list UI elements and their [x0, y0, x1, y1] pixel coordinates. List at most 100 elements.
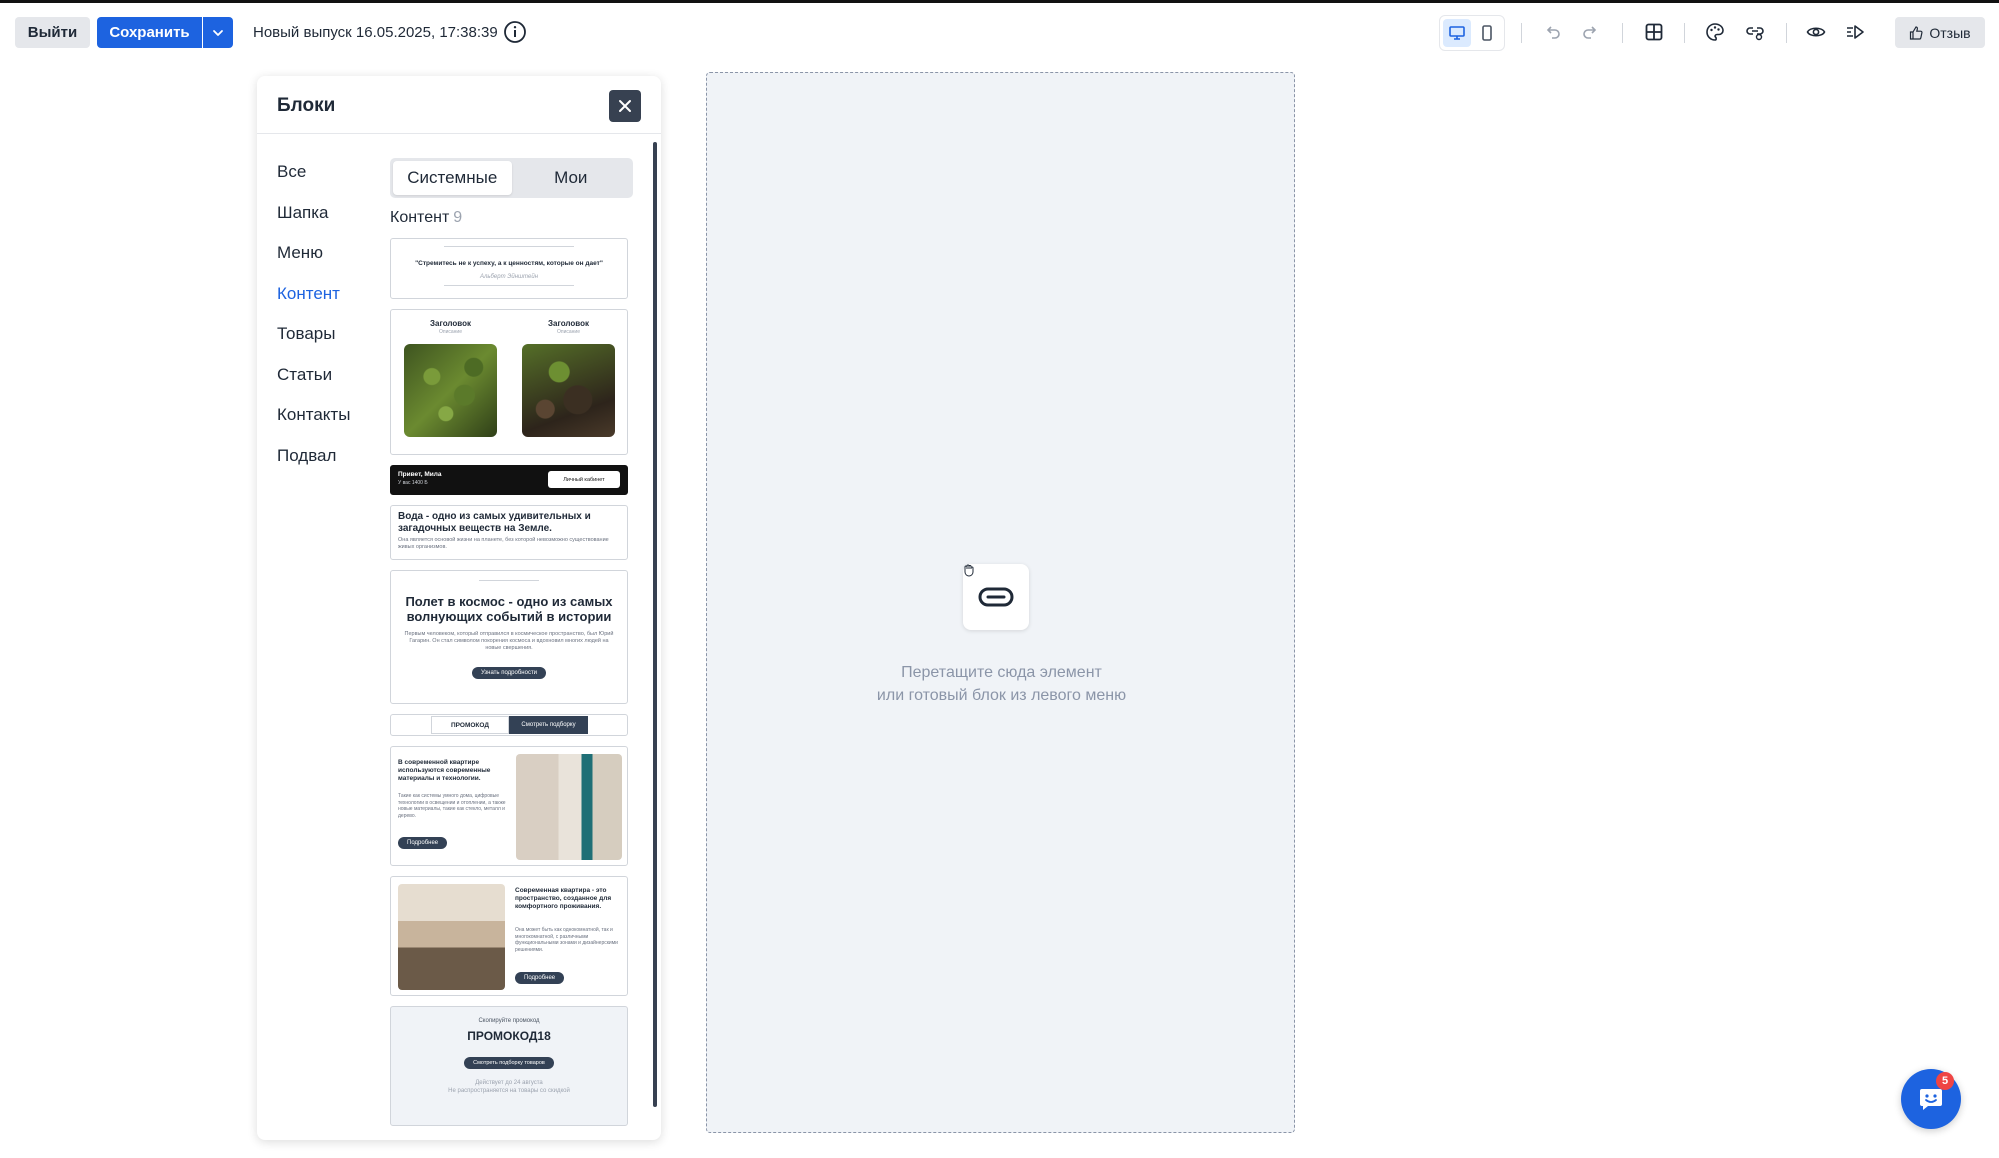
block-thumb-space[interactable]: Полет в космос - одно из самых волнующих… [390, 570, 628, 704]
desktop-view-button[interactable] [1443, 19, 1471, 47]
category-products[interactable]: Товары [277, 324, 350, 365]
category-content[interactable]: Контент [277, 284, 350, 325]
promo-tab-right: Смотреть подборку [509, 716, 588, 734]
column-left: Заголовок Описание [404, 319, 497, 437]
info-icon[interactable] [503, 20, 527, 44]
quote-text: "Стремитесь не к успеху, а к ценностям, … [415, 260, 603, 267]
release-title: Новый выпуск 16.05.2025, 17:38:39 [253, 24, 498, 41]
toolbar-divider [1521, 23, 1522, 43]
category-articles[interactable]: Статьи [277, 365, 350, 406]
column-heading: Заголовок [430, 319, 471, 328]
email-canvas-dropzone[interactable]: Перетащите сюда элемент или готовый блок… [706, 72, 1295, 1133]
grid-button[interactable] [1641, 19, 1667, 45]
feedback-label: Отзыв [1929, 24, 1971, 41]
redo-icon [1583, 26, 1597, 39]
apartment-button: Подробнее [515, 972, 565, 984]
dry-tea-image [522, 344, 615, 437]
category-header[interactable]: Шапка [277, 203, 350, 244]
space-body: Первым человеком, который отправился в к… [404, 631, 614, 651]
dropzone-hint-line1: Перетащите сюда элемент [901, 664, 1102, 681]
divider-line [444, 285, 574, 286]
promocode-note: Не распространяется на товары со скидкой [448, 1088, 570, 1094]
close-panel-button[interactable] [609, 90, 641, 122]
promocode-code: ПРОМОКОД18 [467, 1029, 551, 1043]
block-source-tabs: Системные Мои [390, 158, 633, 198]
block-placeholder-icon [978, 587, 1014, 607]
apartment-title: Современная квартира - это пространство,… [515, 887, 612, 910]
category-menu[interactable]: Меню [277, 243, 350, 284]
thumbs-up-icon [1910, 25, 1923, 40]
space-button: Узнать подробности [471, 667, 547, 679]
mobile-icon [1482, 25, 1492, 41]
send-test-button[interactable] [1842, 19, 1868, 45]
preview-button[interactable] [1803, 19, 1829, 45]
panel-title: Блоки [277, 95, 336, 116]
apartment-body: Такие как системы умного дома, цифровые … [398, 793, 506, 819]
living-room-image [398, 884, 505, 990]
grab-cursor-icon [964, 564, 974, 577]
palette-button[interactable] [1702, 19, 1728, 45]
panel-scrollbar[interactable] [653, 142, 657, 1107]
apartment-title: В современной квартире используются совр… [398, 759, 491, 782]
water-body: Она является основой жизни на планете, б… [398, 537, 609, 550]
block-thumb-greeting[interactable]: Привет, Мила У вас 1400 Б Личный кабинет [390, 465, 628, 495]
apartment-button: Подробнее [398, 837, 448, 849]
block-thumb-quote[interactable]: "Стремитесь не к успеху, а к ценностям, … [390, 238, 628, 299]
block-thumb-promocode[interactable]: Скопируйте промокод ПРОМОКОД18 Смотреть … [390, 1006, 628, 1126]
toolbar-divider [1786, 23, 1787, 43]
section-title: Контент [390, 209, 450, 226]
greeting-title: Привет, Мила [398, 471, 442, 478]
link-settings-button[interactable] [1742, 19, 1768, 45]
preview-eye-icon [1806, 27, 1826, 37]
exit-button[interactable]: Выйти [15, 17, 90, 48]
column-heading: Заголовок [548, 319, 589, 328]
column-description: Описание [556, 329, 580, 335]
promo-tab-left: ПРОМОКОД [431, 716, 509, 734]
account-button: Личный кабинет [548, 471, 620, 488]
space-title: Полет в космос - одно из самых волнующих… [405, 594, 613, 624]
block-thumb-promo-tabs[interactable]: ПРОМОКОД Смотреть подборку [390, 714, 628, 736]
section-count: 9 [453, 209, 463, 226]
link-settings-icon [1746, 27, 1764, 41]
tea-leaves-image [404, 344, 497, 437]
toolbar-divider [1622, 23, 1623, 43]
grid-icon [1645, 23, 1663, 41]
chevron-down-icon [213, 29, 223, 36]
column-right: Заголовок Описание [522, 319, 615, 437]
block-thumb-apartment-left[interactable]: В современной квартире используются совр… [390, 746, 628, 866]
undo-button[interactable] [1540, 19, 1566, 45]
category-footer[interactable]: Подвал [277, 446, 350, 487]
category-contacts[interactable]: Контакты [277, 405, 350, 446]
column-description: Описание [438, 329, 462, 335]
block-thumb-two-columns[interactable]: Заголовок Описание Заголовок Описание [390, 309, 628, 455]
section-label: Контент 9 [390, 209, 462, 227]
palette-icon [1706, 23, 1724, 41]
block-thumb-apartment-right[interactable]: Современная квартира - это пространство,… [390, 876, 628, 996]
greeting-subtitle: У вас 1400 Б [398, 480, 428, 486]
apartment-body: Она может быть как однокомнатной, так и … [515, 927, 618, 953]
desktop-icon [1449, 26, 1465, 40]
category-all[interactable]: Все [277, 162, 350, 203]
device-switcher [1439, 15, 1505, 51]
panel-header: Блоки [257, 76, 661, 134]
tab-system[interactable]: Системные [393, 161, 512, 195]
save-options-button[interactable] [203, 17, 233, 48]
divider-line [479, 580, 539, 581]
redo-button[interactable] [1577, 19, 1603, 45]
save-button[interactable]: Сохранить [97, 17, 202, 48]
quote-author: Альберт Эйнштейн [479, 274, 538, 280]
promocode-note: Действует до 24 августа [475, 1080, 543, 1086]
water-title: Вода - одно из самых удивительных и зага… [398, 511, 591, 534]
toolbar-divider [1684, 23, 1685, 43]
feedback-button[interactable]: Отзыв [1895, 17, 1985, 48]
category-list: Все Шапка Меню Контент Товары Статьи Кон… [277, 162, 350, 486]
divider-line [444, 246, 574, 247]
dropzone-hint-line2: или готовый блок из левого меню [876, 687, 1127, 704]
tab-mine[interactable]: Мои [512, 161, 631, 195]
chat-unread-badge: 5 [1936, 1072, 1954, 1090]
mobile-view-button[interactable] [1473, 19, 1501, 47]
block-thumb-water[interactable]: Вода - одно из самых удивительных и зага… [390, 505, 628, 560]
room-window-image [516, 754, 622, 860]
close-icon [619, 100, 631, 112]
send-test-icon [1847, 25, 1864, 39]
